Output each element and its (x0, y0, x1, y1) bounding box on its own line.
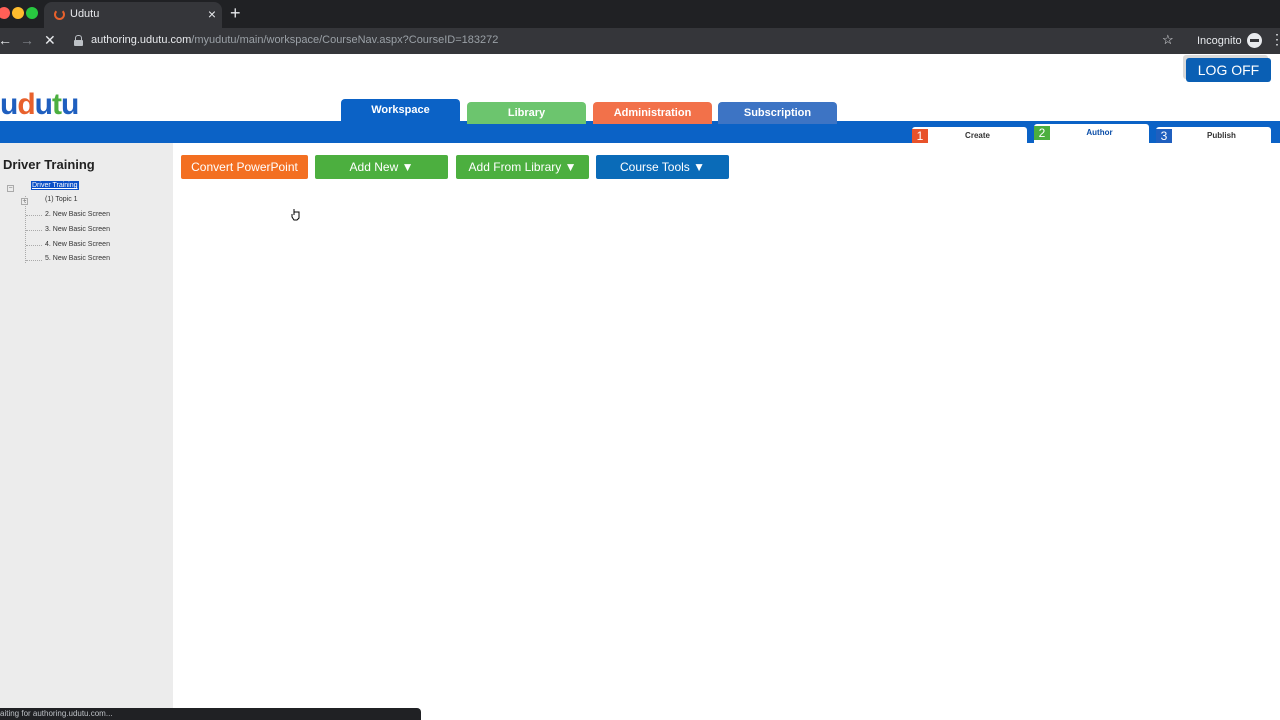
back-icon[interactable]: ← (0, 32, 12, 48)
step-create[interactable]: 1 Create (912, 127, 1027, 143)
tree-connector (26, 260, 42, 261)
maximize-window-icon[interactable] (26, 7, 38, 19)
step-number: 1 (912, 129, 928, 143)
course-title: Driver Training (3, 157, 95, 172)
course-tools-button[interactable]: Course Tools ▼ (596, 155, 729, 179)
udutu-logo: udutu (0, 88, 79, 122)
browser-toolbar: ← → ✕ authoring.udutu.com/myudutu/main/w… (0, 28, 1280, 54)
step-publish[interactable]: 3 Publish (1156, 127, 1271, 143)
tab-workspace[interactable]: Workspace (341, 99, 460, 123)
tab-library[interactable]: Library (467, 102, 586, 124)
logo-letter: d (17, 88, 35, 121)
udutu-favicon-icon (54, 9, 65, 20)
logo-letter: u (0, 88, 18, 121)
log-off-button[interactable]: LOG OFF (1186, 58, 1271, 82)
tree-item-screen[interactable]: 3. New Basic Screen (45, 226, 110, 233)
incognito-icon[interactable] (1247, 33, 1262, 48)
step-label: Publish (1207, 131, 1236, 140)
incognito-label: Incognito (1197, 35, 1242, 47)
browser-menu-icon[interactable]: ⋮ (1270, 32, 1280, 46)
step-label: Author (1086, 128, 1113, 137)
address-bar[interactable]: authoring.udutu.com/myudutu/main/workspa… (66, 30, 1184, 52)
tree-item-screen[interactable]: 2. New Basic Screen (45, 211, 110, 218)
tree-item-topic[interactable]: (1) Topic 1 (45, 196, 78, 203)
tree-item-screen[interactable]: 5. New Basic Screen (45, 255, 110, 262)
tab-close-icon[interactable]: × (208, 6, 216, 22)
add-new-button[interactable]: Add New ▼ (315, 155, 448, 179)
expand-toggle-icon[interactable]: + (21, 198, 28, 205)
url-host: authoring.udutu.com (91, 34, 192, 46)
step-author[interactable]: 2 Author (1034, 124, 1149, 143)
url-path: /myudutu/main/workspace/CourseNav.aspx?C… (191, 34, 499, 46)
tab-title: Udutu (70, 8, 100, 20)
forward-icon[interactable]: → (20, 32, 34, 48)
browser-tab[interactable]: Udutu × (44, 2, 222, 28)
add-from-library-button[interactable]: Add From Library ▼ (456, 155, 589, 179)
tree-connector (26, 230, 42, 231)
browser-window: Udutu × + ← → ✕ authoring.udutu.com/myud… (0, 0, 1280, 720)
step-number: 2 (1034, 126, 1050, 140)
url-text: authoring.udutu.com/myudutu/main/workspa… (91, 34, 498, 46)
browser-tabstrip: Udutu × + (0, 0, 1280, 28)
convert-powerpoint-button[interactable]: Convert PowerPoint (181, 155, 308, 179)
hand-pointer-icon (291, 209, 300, 221)
step-label: Create (965, 131, 990, 140)
tree-item-screen[interactable]: 4. New Basic Screen (45, 241, 110, 248)
browser-status-bar: aiting for authoring.udutu.com... (0, 708, 421, 720)
status-text: aiting for authoring.udutu.com... (0, 709, 113, 718)
tree-item-root[interactable]: Driver Training (31, 181, 79, 190)
minimize-window-icon[interactable] (12, 7, 24, 19)
step-number: 3 (1156, 129, 1172, 143)
tab-administration[interactable]: Administration (593, 102, 712, 124)
logo-letter: t (51, 88, 62, 121)
logo-letter: u (60, 88, 79, 121)
stop-loading-icon[interactable]: ✕ (44, 32, 56, 48)
collapse-toggle-icon[interactable]: − (7, 185, 14, 192)
logo-letter: u (34, 88, 53, 121)
tab-subscription[interactable]: Subscription (718, 102, 837, 124)
tree-connector (26, 215, 42, 216)
tree-connector (26, 245, 42, 246)
lock-icon (74, 35, 83, 46)
bookmark-star-icon[interactable]: ☆ (1162, 32, 1174, 48)
close-window-icon[interactable] (0, 7, 10, 19)
new-tab-icon[interactable]: + (230, 3, 241, 23)
